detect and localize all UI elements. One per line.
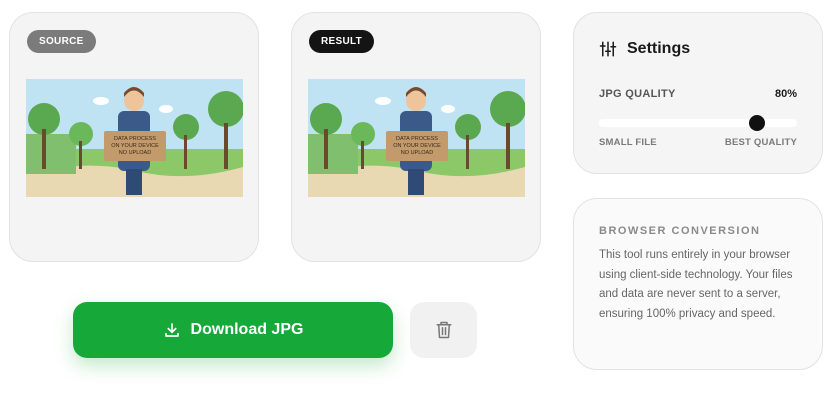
download-jpg-button[interactable]: Download JPG: [73, 302, 393, 358]
quality-slider[interactable]: [599, 115, 797, 131]
source-badge: SOURCE: [27, 30, 96, 53]
result-sign-line-1: DATA PROCESS: [396, 136, 438, 142]
download-icon: [164, 323, 179, 337]
jpg-quality-label: JPG QUALITY: [599, 88, 676, 100]
browser-conversion-card: BROWSER CONVERSION This tool runs entire…: [573, 198, 823, 370]
source-sign-line-3: NO UPLOAD: [119, 150, 151, 156]
quality-scale: SMALL FILE BEST QUALITY: [599, 137, 797, 148]
settings-card: Settings JPG QUALITY 80% SMALL FILE BEST…: [573, 12, 823, 174]
source-sign-line-2: ON YOUR DEVICE: [111, 143, 159, 149]
download-label: Download JPG: [190, 321, 304, 338]
settings-header: Settings: [599, 40, 690, 58]
trash-icon: [436, 321, 451, 339]
jpg-quality-value: 80%: [774, 88, 797, 100]
sliders-icon: [599, 41, 617, 57]
best-quality-label: BEST QUALITY: [724, 137, 797, 148]
source-preview-image: DATA PROCESS ON YOUR DEVICE NO UPLOAD: [26, 79, 243, 197]
browser-conversion-text: This tool runs entirely in your browser …: [599, 249, 793, 320]
quality-row: JPG QUALITY 80%: [599, 88, 797, 100]
small-file-label: SMALL FILE: [599, 137, 657, 148]
result-card: RESULT DATA PROCESS ON YOUR DEVICE NO UP…: [291, 12, 541, 262]
quality-slider-fill: [599, 119, 758, 127]
source-sign-line-1: DATA PROCESS: [114, 136, 156, 142]
delete-button[interactable]: [410, 302, 477, 358]
quality-slider-thumb[interactable]: [749, 115, 766, 131]
result-badge: RESULT: [309, 30, 375, 53]
result-sign-line-2: ON YOUR DEVICE: [393, 143, 441, 149]
result-illustration: DATA PROCESS ON YOUR DEVICE NO UPLOAD: [308, 79, 525, 197]
result-preview-image: DATA PROCESS ON YOUR DEVICE NO UPLOAD: [308, 79, 525, 197]
result-sign-line-3: NO UPLOAD: [401, 150, 433, 156]
source-illustration: DATA PROCESS ON YOUR DEVICE NO UPLOAD: [26, 79, 243, 197]
browser-conversion-title: BROWSER CONVERSION: [599, 225, 761, 237]
settings-title: Settings: [627, 40, 691, 57]
source-card: SOURCE DATA PROCESS ON YOUR DEVICE NO UP…: [9, 12, 259, 262]
